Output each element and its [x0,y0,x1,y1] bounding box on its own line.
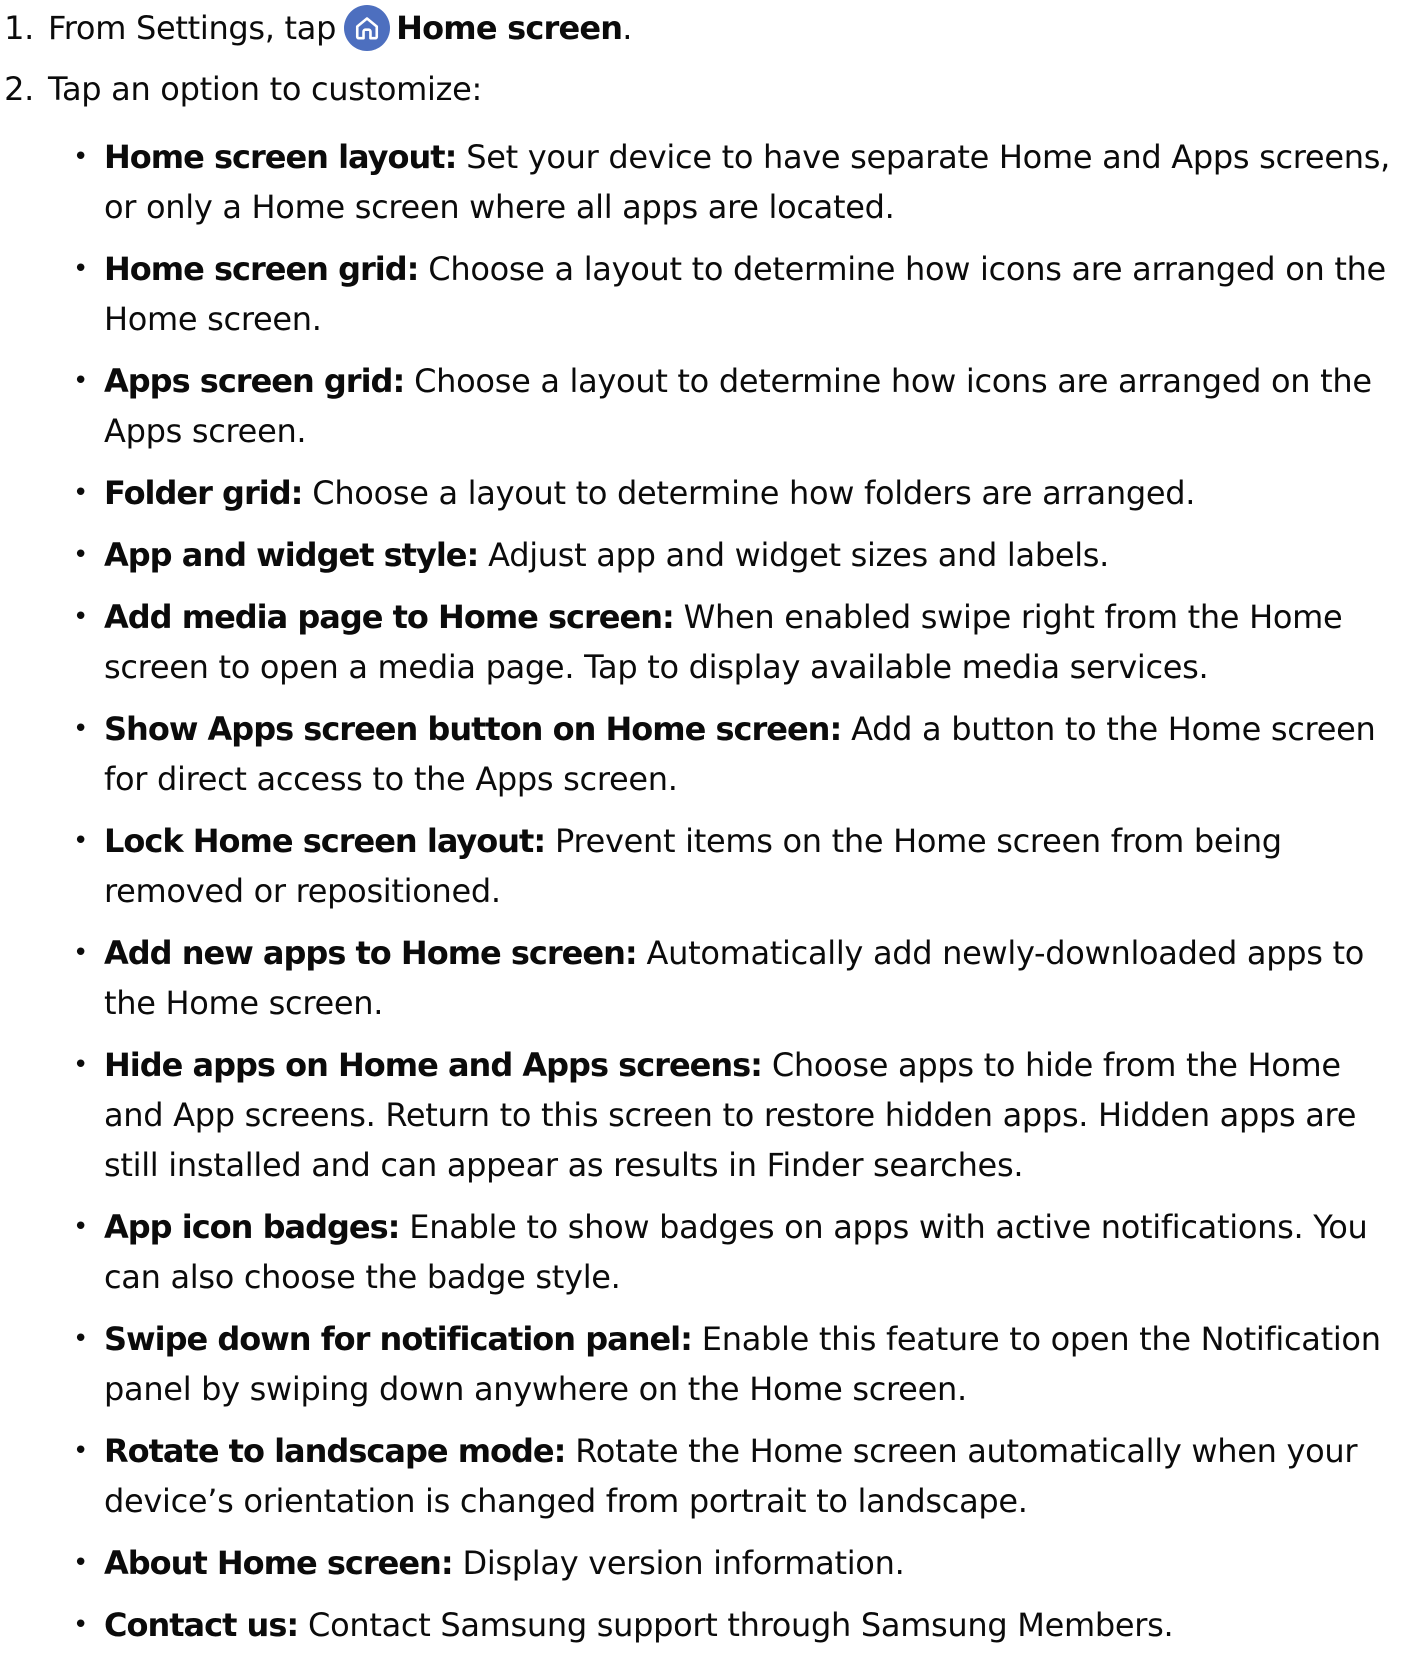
list-item: • Show Apps screen button on Home screen:… [0,704,1423,804]
option-term: Show Apps screen button on Home screen: [104,710,842,748]
instructions-page: 1. From Settings, tap Home screen. 2. Ta… [0,0,1423,1644]
bullet-icon: • [73,254,89,284]
bullet-icon: • [73,1212,89,1242]
step-text: Tap an option to customize: [48,70,482,108]
list-item: • App and widget style: Adjust app and wi… [0,530,1423,580]
bullet-icon: • [73,540,89,570]
bullet-icon: • [73,938,89,968]
bullet-icon: • [73,142,89,172]
option-term: Add new apps to Home screen: [104,934,638,972]
bullet-icon: • [73,478,89,508]
step-text: From Settings, tap [48,9,337,47]
option-term: Swipe down for notification panel: [104,1320,693,1358]
list-item: • Rotate to landscape mode: Rotate the Ho… [0,1426,1423,1526]
bullet-icon: • [73,366,89,396]
list-item: • Home screen layout: Set your device to … [0,132,1423,232]
option-term: App icon badges: [104,1208,400,1246]
step-number: 2. [4,70,34,108]
list-item: • Apps screen grid: Choose a layout to de… [0,356,1423,456]
list-item: • App icon badges: Enable to show badges … [0,1202,1423,1302]
list-item: • Add media page to Home screen: When ena… [0,592,1423,692]
bullet-icon: • [73,826,89,856]
bullet-icon: • [73,714,89,744]
option-term: Home screen layout: [104,138,457,176]
option-term: Add media page to Home screen: [104,598,675,636]
bullet-icon: • [73,1324,89,1354]
option-list: • Home screen layout: Set your device to … [0,132,1423,1662]
home-screen-label: Home screen [396,9,623,47]
list-item: • Folder grid: Choose a layout to determi… [0,468,1423,518]
option-term: Lock Home screen layout: [104,822,546,860]
bullet-icon: • [73,1548,89,1578]
option-term: Rotate to landscape mode: [104,1432,566,1470]
option-description: Contact Samsung support through Samsung … [298,1606,1174,1644]
list-item: • About Home screen: Display version info… [0,1538,1423,1588]
list-item: • Home screen grid: Choose a layout to de… [0,244,1423,344]
bullet-icon: • [73,1436,89,1466]
list-item: • Add new apps to Home screen: Automatica… [0,928,1423,1028]
option-term: Hide apps on Home and Apps screens: [104,1046,763,1084]
bullet-icon: • [73,1610,89,1640]
option-description: Display version information. [452,1544,905,1582]
option-term: Contact us: [104,1606,299,1644]
list-item: • Lock Home screen layout: Prevent items … [0,816,1423,916]
bullet-icon: • [73,602,89,632]
option-description: Choose a layout to determine how folders… [302,474,1196,512]
option-term: About Home screen: [104,1544,454,1582]
step-number: 1. [4,9,34,47]
list-item: • Hide apps on Home and Apps screens: Cho… [0,1040,1423,1190]
step-1: 1. From Settings, tap Home screen. [0,5,632,51]
home-icon [344,5,391,51]
option-term: Apps screen grid: [104,362,405,400]
option-term: Home screen grid: [104,250,419,288]
option-term: Folder grid: [104,474,303,512]
list-item: • Swipe down for notification panel: Enab… [0,1314,1423,1414]
list-item: • Contact us: Contact Samsung support thr… [0,1600,1423,1650]
bullet-icon: • [73,1050,89,1080]
option-description: Adjust app and widget sizes and labels. [478,536,1110,574]
option-term: App and widget style: [104,536,479,574]
step-period: . [622,9,633,47]
step-2: 2. Tap an option to customize: [0,66,482,112]
